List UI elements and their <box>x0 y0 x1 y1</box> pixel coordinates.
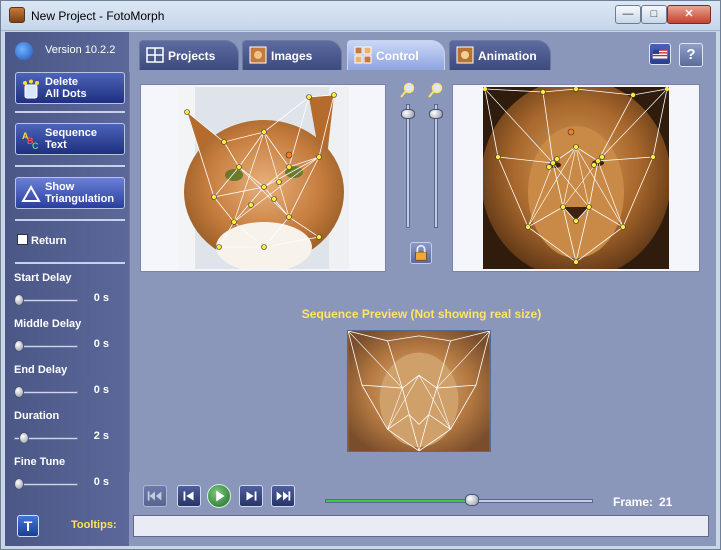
title-bar: New Project - FotoMorph — □ ✕ <box>1 1 720 31</box>
delay-slider[interactable] <box>14 340 78 352</box>
show-triangulation-button[interactable]: Show Triangulation <box>15 177 125 209</box>
delay-label: Fine Tune <box>14 456 66 468</box>
film-icon <box>456 46 474 64</box>
photo-icon <box>249 46 267 64</box>
sequence-preview-title: Sequence Preview (Not showing real size) <box>301 307 542 321</box>
left-panel: Version 10.2.2 Delete All Dots A B C Sequ… <box>5 32 129 546</box>
tab-bar: Projects Images Control Animation ? <box>129 32 716 72</box>
delay-value: 0 s <box>93 338 109 350</box>
previous-frame-icon[interactable] <box>177 485 201 507</box>
sequence-text-label-1: Sequence <box>45 127 97 139</box>
triangle-icon <box>21 184 41 202</box>
delay-slider-thumb[interactable] <box>14 478 24 490</box>
target-zoom-slider[interactable] <box>429 104 443 228</box>
divider <box>15 219 125 221</box>
sequence-text-button[interactable]: A B C Sequence Text <box>15 123 125 155</box>
delete-dots-label-1: Delete <box>45 76 79 88</box>
client-area: Version 10.2.2 Delete All Dots A B C Sequ… <box>5 32 716 546</box>
delay-label: Duration <box>14 410 60 422</box>
source-image-pane[interactable] <box>140 84 386 272</box>
version-label: Version 10.2.2 <box>45 44 116 56</box>
tab-control-label: Control <box>376 49 419 63</box>
minimize-button[interactable]: — <box>615 5 641 24</box>
delay-value: 0 s <box>93 476 109 488</box>
delete-all-dots-button[interactable]: Delete All Dots <box>15 72 125 104</box>
delay-slider-thumb[interactable] <box>14 340 24 352</box>
divider <box>15 111 125 113</box>
frame-label: Frame: <box>613 495 654 509</box>
delay-value: 2 s <box>93 430 109 442</box>
lock-icon[interactable] <box>410 242 432 264</box>
divider <box>15 262 125 264</box>
app-icon <box>9 7 25 23</box>
control-icon <box>354 46 372 64</box>
playback-controls: Frame: 21 <box>129 472 716 514</box>
tab-images[interactable]: Images <box>242 40 342 70</box>
tab-projects-label: Projects <box>168 49 216 63</box>
delay-value: 0 s <box>93 292 109 304</box>
frame-slider-fill <box>326 500 472 502</box>
delay-label: End Delay <box>14 364 68 376</box>
delay-slider-thumb[interactable] <box>14 386 24 398</box>
zoom-target-icon[interactable] <box>428 82 444 98</box>
show-triangulation-label-1: Show <box>45 181 75 193</box>
close-button[interactable]: ✕ <box>667 5 711 24</box>
return-label: Return <box>31 235 67 247</box>
sequence-text-label-2: Text <box>45 139 67 151</box>
tab-animation-label: Animation <box>478 49 537 63</box>
dots-trash-icon <box>23 79 39 99</box>
frame-slider[interactable] <box>325 494 593 506</box>
source-zoom-slider[interactable] <box>401 104 415 228</box>
delay-slider[interactable] <box>14 478 78 490</box>
target-image-pane[interactable] <box>452 84 700 272</box>
app-window: New Project - FotoMorph — □ ✕ Version 10… <box>0 0 721 550</box>
delete-dots-label-2: All Dots <box>45 88 87 100</box>
tab-projects[interactable]: Projects <box>139 40 239 70</box>
return-checkbox[interactable] <box>17 234 28 245</box>
tooltips-label: Tooltips: <box>71 519 117 531</box>
source-zoom-thumb[interactable] <box>401 109 415 119</box>
grid-icon <box>146 47 164 63</box>
language-flag-icon[interactable] <box>649 43 671 65</box>
tooltips-field <box>133 515 709 537</box>
window-title: New Project - FotoMorph <box>31 9 165 23</box>
delay-value: 0 s <box>93 384 109 396</box>
fotomorph-logo-icon <box>15 42 33 60</box>
show-triangulation-label-2: Triangulation <box>45 193 115 205</box>
target-zoom-thumb[interactable] <box>429 109 443 119</box>
delay-label: Start Delay <box>14 272 72 284</box>
delay-label: Middle Delay <box>14 318 82 330</box>
maximize-button[interactable]: □ <box>641 5 667 24</box>
tooltips-toggle-icon[interactable]: T <box>17 515 39 537</box>
play-icon[interactable] <box>207 484 231 508</box>
frame-value: 21 <box>659 495 673 509</box>
cat-image[interactable] <box>179 87 349 269</box>
frame-slider-thumb[interactable] <box>465 494 479 506</box>
lion-image[interactable] <box>483 87 669 269</box>
help-icon[interactable]: ? <box>679 43 703 67</box>
first-frame-icon[interactable] <box>143 485 167 507</box>
delay-slider[interactable] <box>14 386 78 398</box>
tab-control[interactable]: Control <box>347 40 445 70</box>
sequence-preview-image <box>347 330 491 452</box>
svg-text:C: C <box>32 141 39 150</box>
delay-slider[interactable] <box>14 432 78 444</box>
next-frame-icon[interactable] <box>239 485 263 507</box>
tab-images-label: Images <box>271 49 313 63</box>
delay-slider[interactable] <box>14 294 78 306</box>
abc-icon: A B C <box>22 131 39 150</box>
tab-animation[interactable]: Animation <box>449 40 551 70</box>
control-content: Sequence Preview (Not showing real size) <box>129 72 712 472</box>
delay-slider-thumb[interactable] <box>19 432 29 444</box>
last-frame-icon[interactable] <box>271 485 295 507</box>
zoom-source-icon[interactable] <box>400 82 416 98</box>
divider <box>15 165 125 167</box>
delay-slider-thumb[interactable] <box>14 294 24 306</box>
